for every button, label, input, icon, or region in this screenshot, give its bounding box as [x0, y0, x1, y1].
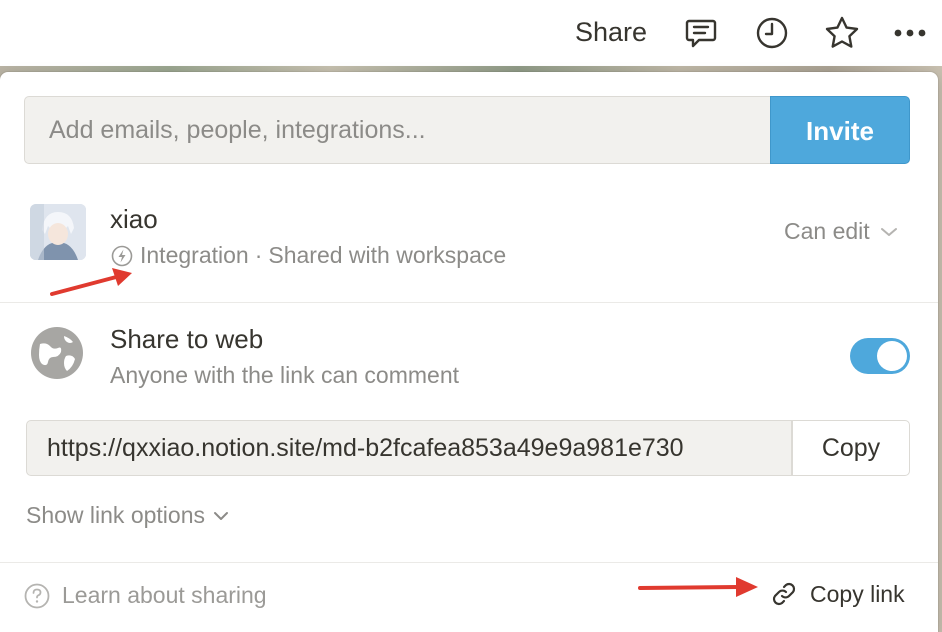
member-name: xiao [110, 204, 158, 234]
share-popover: Add emails, people, integrations... Invi… [0, 72, 938, 632]
share-to-web-toggle[interactable] [850, 338, 910, 374]
avatar [30, 204, 86, 260]
learn-about-sharing-label: Learn about sharing [62, 582, 267, 608]
permission-dropdown[interactable]: Can edit [784, 218, 898, 245]
member-row: xiao Integration · Shared with workspace… [0, 192, 938, 302]
copy-link-button[interactable]: Copy link [770, 580, 905, 608]
share-to-web-subtitle: Anyone with the link can comment [110, 362, 460, 388]
share-to-web-row: Share to web Anyone with the link can co… [0, 302, 938, 402]
copy-url-button[interactable]: Copy [792, 420, 910, 476]
invite-button[interactable]: Invite [770, 96, 910, 164]
learn-about-sharing-link[interactable]: Learn about sharing [24, 582, 267, 609]
member-description: Integration · Shared with workspace [110, 242, 506, 269]
toggle-knob [877, 341, 907, 371]
chevron-down-icon [214, 511, 228, 520]
member-scope: Shared with workspace [268, 242, 507, 268]
invite-row: Add emails, people, integrations... Invi… [24, 96, 910, 164]
comment-icon[interactable] [682, 14, 720, 52]
popover-footer: Learn about sharing Copy link [0, 562, 938, 632]
invite-input[interactable]: Add emails, people, integrations... [24, 96, 772, 164]
favorite-star-icon[interactable] [823, 14, 861, 52]
share-to-web-title: Share to web [110, 324, 264, 354]
more-dots-icon[interactable] [891, 14, 929, 52]
annotation-arrow-icon [50, 268, 132, 296]
globe-icon [30, 326, 84, 380]
page-topbar: Share [0, 0, 942, 66]
member-type: Integration [140, 242, 249, 268]
help-circle-icon [24, 583, 50, 608]
show-link-options-toggle[interactable]: Show link options [26, 502, 229, 529]
chevron-down-icon [880, 227, 897, 236]
public-link-row: https://qxxiao.notion.site/md-b2fcafea85… [26, 420, 910, 476]
show-link-options-label: Show link options [26, 502, 205, 528]
permission-label: Can edit [784, 218, 870, 244]
copy-link-label: Copy link [810, 580, 905, 607]
link-icon [772, 582, 796, 606]
member-separator: · [254, 242, 263, 268]
history-clock-icon[interactable] [753, 14, 791, 52]
public-link-field[interactable]: https://qxxiao.notion.site/md-b2fcafea85… [26, 420, 792, 476]
share-button[interactable]: Share [566, 12, 656, 52]
annotation-arrow-icon [638, 577, 758, 597]
